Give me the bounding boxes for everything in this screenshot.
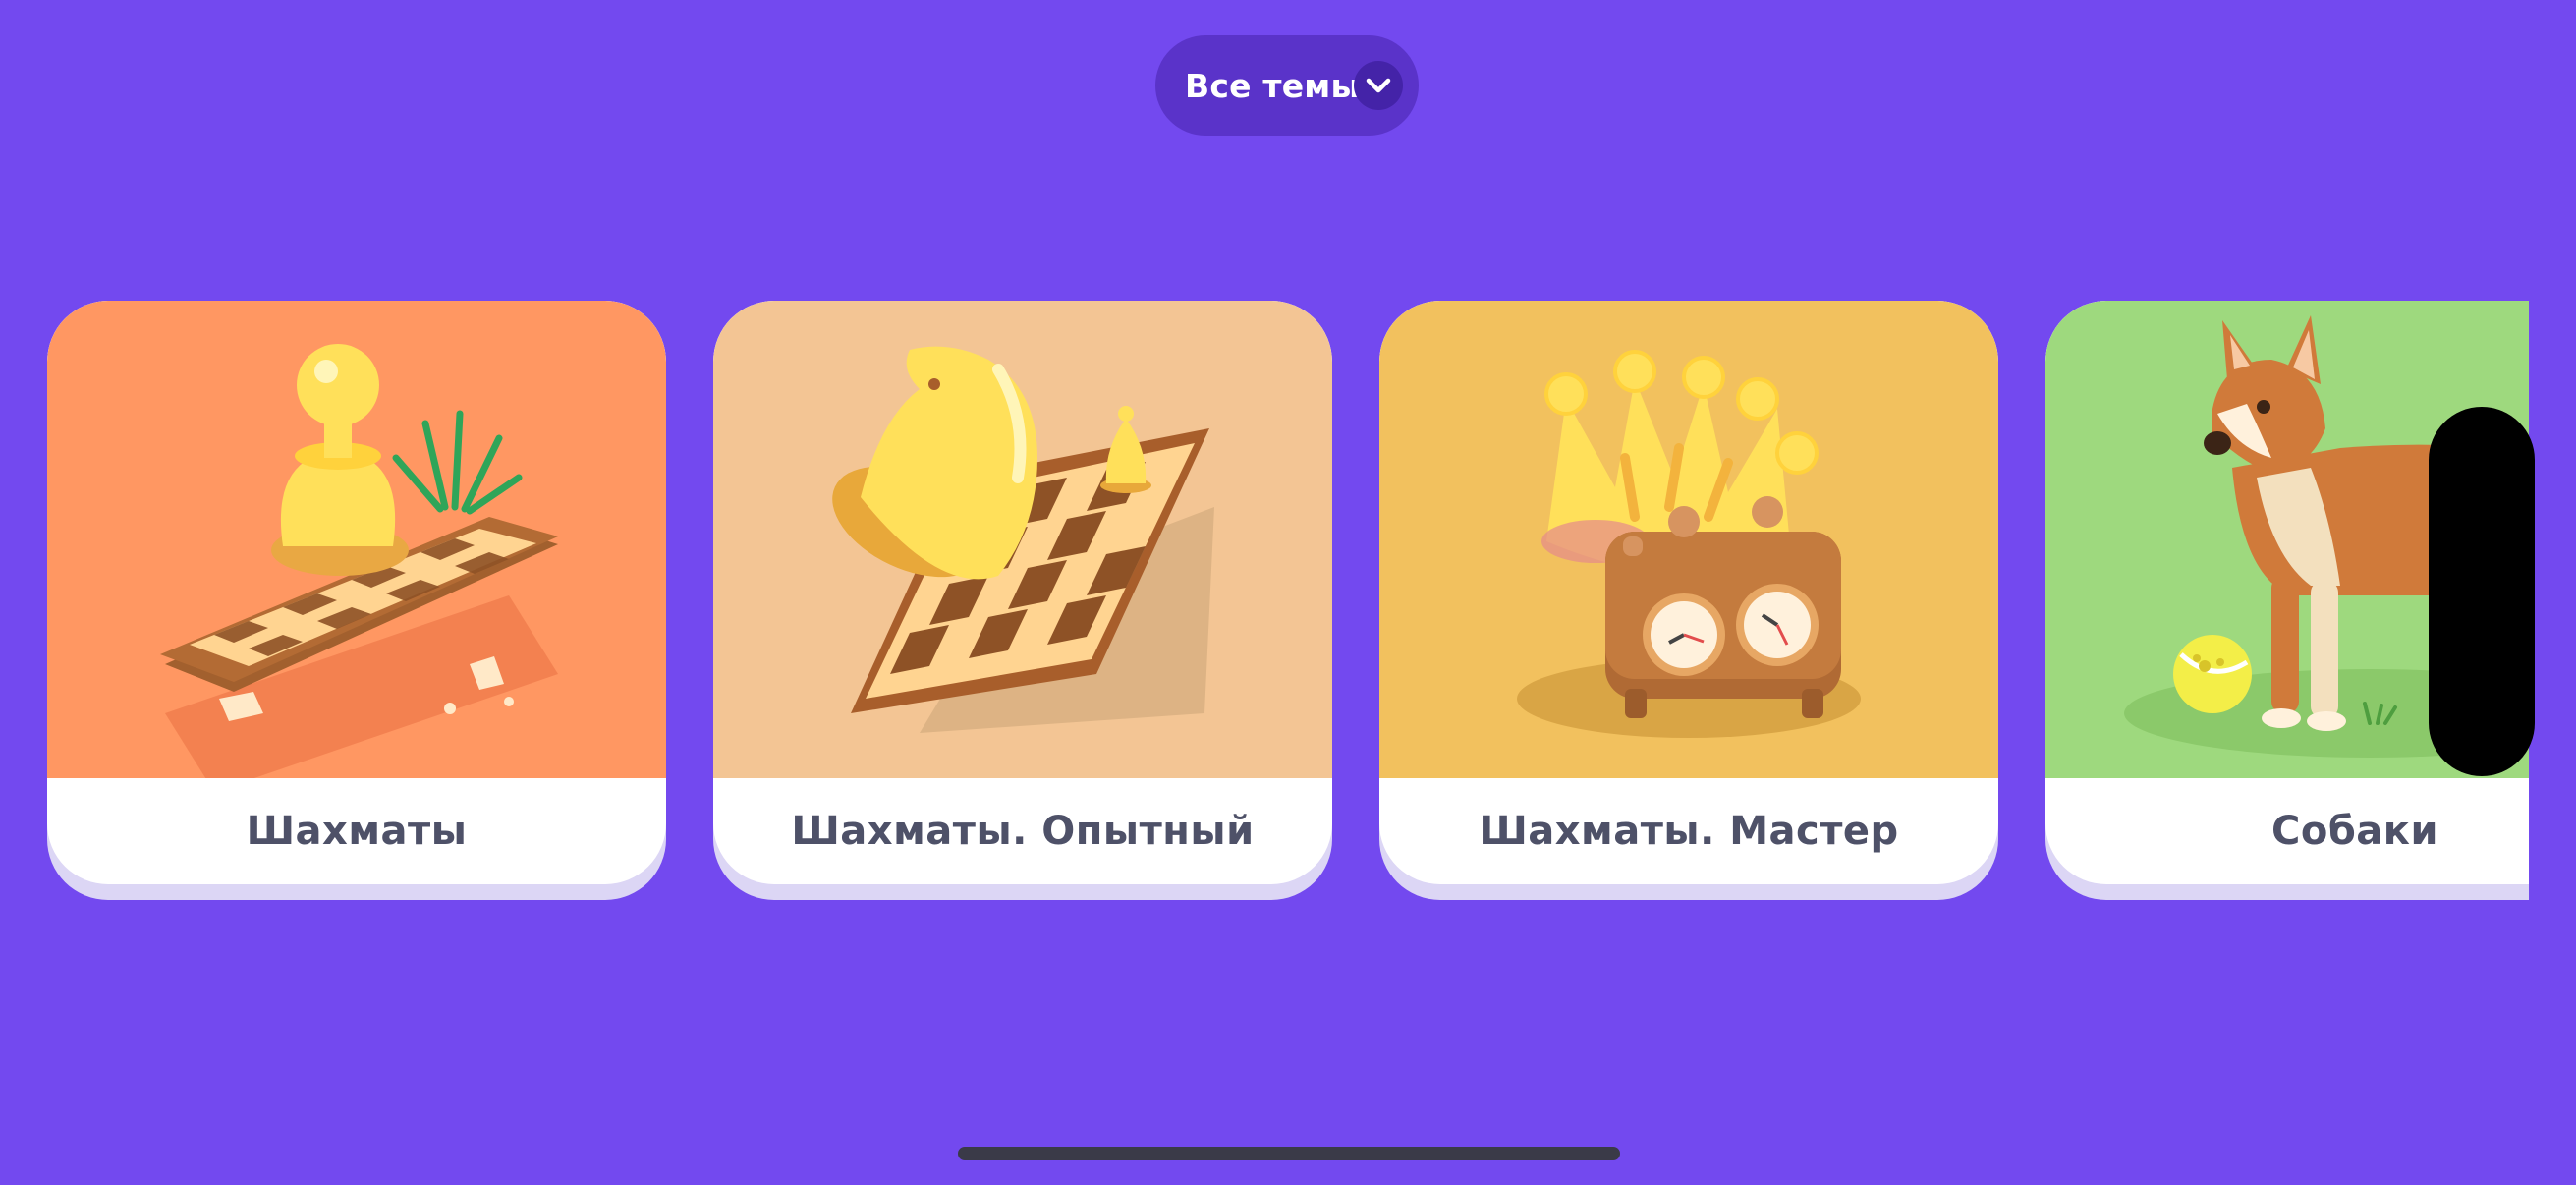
topic-card-title: Шахматы — [246, 809, 468, 854]
all-topics-label: Все темы — [1185, 66, 1361, 105]
topic-card-chess-experienced[interactable]: Шахматы. Опытный — [713, 301, 1332, 900]
topics-screen: Все темы Шахматы Шахматы. Опытный Шахмат… — [0, 0, 2576, 1185]
side-pull-tab[interactable] — [2429, 407, 2535, 776]
topic-card-title: Шахматы. Мастер — [1479, 809, 1899, 854]
all-topics-dropdown[interactable]: Все темы — [1155, 35, 1419, 136]
topic-carousel[interactable]: Шахматы Шахматы. Опытный Шахматы. Мастер… — [0, 295, 2529, 924]
topic-card-title: Собаки — [2271, 809, 2438, 854]
topic-card-title: Шахматы. Опытный — [791, 809, 1255, 854]
topic-card-chess[interactable]: Шахматы — [47, 301, 666, 900]
topic-card-chess-master[interactable]: Шахматы. Мастер — [1379, 301, 1998, 900]
knight-chessboard-illustration — [713, 301, 1332, 778]
chevron-down-icon — [1354, 61, 1403, 110]
home-indicator[interactable] — [958, 1147, 1620, 1160]
crown-clock-illustration — [1379, 301, 1998, 778]
pawn-chessboard-illustration — [47, 301, 666, 778]
